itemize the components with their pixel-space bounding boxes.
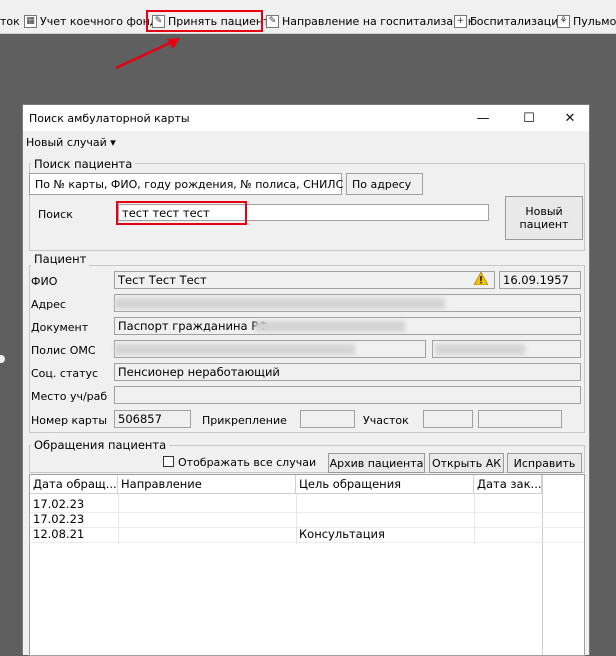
new-patient-label-2: пациент: [519, 218, 569, 231]
toolbar-pulmo-button[interactable]: ⚘ Пульмо: [557, 12, 616, 30]
maximize-button[interactable]: ☐: [507, 107, 551, 129]
lungs-icon: ⚘: [557, 14, 570, 28]
show-all-label: Отображать все случаи: [178, 456, 317, 469]
fio-label: ФИО: [31, 275, 58, 288]
tab-search-address[interactable]: По адресу: [346, 173, 423, 195]
address-redacted: [115, 298, 445, 309]
search-label: Поиск: [38, 208, 73, 221]
grid-icon: ▦: [24, 14, 37, 28]
column-header-date[interactable]: Дата обращ...: [30, 475, 118, 494]
warning-icon: [474, 272, 488, 285]
column-divider: [474, 494, 475, 544]
grid-edge: [542, 475, 543, 655]
pointer-arrow-icon: [115, 38, 180, 70]
plus-icon: +: [454, 14, 467, 28]
column-divider: [118, 494, 119, 544]
main-toolbar: ток ▦ Учет коечного фонда ✎ Принять паци…: [0, 8, 616, 34]
close-button[interactable]: ✕: [548, 107, 592, 129]
open-card-button[interactable]: Открыть АК: [429, 453, 504, 473]
card-number-label: Номер карты: [31, 414, 108, 427]
new-patient-button[interactable]: Новый пациент: [505, 196, 583, 240]
document-icon: ✎: [266, 14, 279, 28]
side-handle: [0, 355, 5, 363]
window-title: Поиск амбулаторной карты: [29, 112, 190, 125]
column-header-close-date[interactable]: Дата зак...: [474, 475, 542, 494]
table-row[interactable]: 17.02.23: [30, 512, 84, 527]
district-label: Участок: [363, 414, 409, 427]
top-strip: [0, 0, 616, 8]
fix-button[interactable]: Исправить: [507, 453, 582, 473]
patient-group-title: Пациент: [31, 252, 90, 266]
new-case-menu[interactable]: Новый случай ▾: [26, 136, 116, 149]
column-header-purpose[interactable]: Цель обращения: [296, 475, 474, 494]
search-group-title: Поиск пациента: [31, 157, 136, 171]
toolbar-bed-fund-button[interactable]: ▦ Учет коечного фонда: [24, 12, 164, 30]
attachment-label: Прикрепление: [202, 414, 287, 427]
visits-group-title: Обращения пациента: [31, 438, 170, 452]
attachment-field: [300, 410, 355, 428]
social-status-label: Соц. статус: [31, 367, 99, 380]
patient-archive-button[interactable]: Архив пациента: [328, 453, 425, 473]
oms-number-redacted: [435, 344, 525, 355]
district-field: [423, 410, 473, 428]
toolbar-item-label: Пульмо: [573, 14, 616, 28]
show-all-checkbox[interactable]: [163, 456, 174, 467]
address-label: Адрес: [31, 298, 66, 311]
social-status-field: Пенсионер неработающий: [114, 363, 581, 381]
row-divider: [30, 512, 584, 513]
menu-bar: Новый случай ▾: [23, 132, 589, 152]
birth-date-field: 16.09.1957: [499, 271, 581, 289]
document-label: Документ: [31, 321, 89, 334]
toolbar-item-truncated[interactable]: ток: [0, 12, 20, 30]
new-patient-label-1: Новый: [525, 205, 563, 218]
window-titlebar: Поиск амбулаторной карты — ☐ ✕: [23, 105, 589, 131]
tab-search-main[interactable]: По № карты, ФИО, году рождения, № полиса…: [29, 173, 343, 195]
row-divider: [30, 542, 584, 543]
oms-label: Полис ОМС: [31, 344, 96, 357]
minimize-button[interactable]: —: [461, 107, 505, 129]
table-cell-purpose[interactable]: Консультация: [296, 527, 385, 542]
table-row[interactable]: 17.02.23: [30, 497, 84, 512]
table-row[interactable]: 12.08.21: [30, 527, 84, 542]
toolbar-hospitalization-button[interactable]: + Госпитализация: [454, 12, 565, 30]
ambulatory-card-search-window: Поиск амбулаторной карты — ☐ ✕ Новый слу…: [22, 104, 590, 656]
toolbar-item-label: Госпитализация: [470, 14, 565, 28]
toolbar-referral-button[interactable]: ✎ Направление на госпитализацию: [266, 12, 477, 30]
column-header-direction[interactable]: Направление: [118, 475, 296, 494]
work-place-label: Место уч/раб: [31, 390, 108, 403]
toolbar-item-label: Направление на госпитализацию: [282, 14, 477, 28]
accept-patient-highlight: [146, 10, 263, 32]
document-redacted: [255, 321, 405, 332]
toolbar-item-label: ток: [0, 14, 20, 28]
card-number-field: 506857: [114, 410, 191, 428]
work-place-field: [114, 386, 581, 404]
visits-grid: Дата обращ... Направление Цель обращения…: [29, 474, 585, 656]
district-extra-field: [478, 410, 562, 428]
fio-field: Тест Тест Тест: [114, 271, 495, 289]
oms-redacted: [115, 344, 355, 355]
search-input-highlight: [116, 201, 247, 225]
